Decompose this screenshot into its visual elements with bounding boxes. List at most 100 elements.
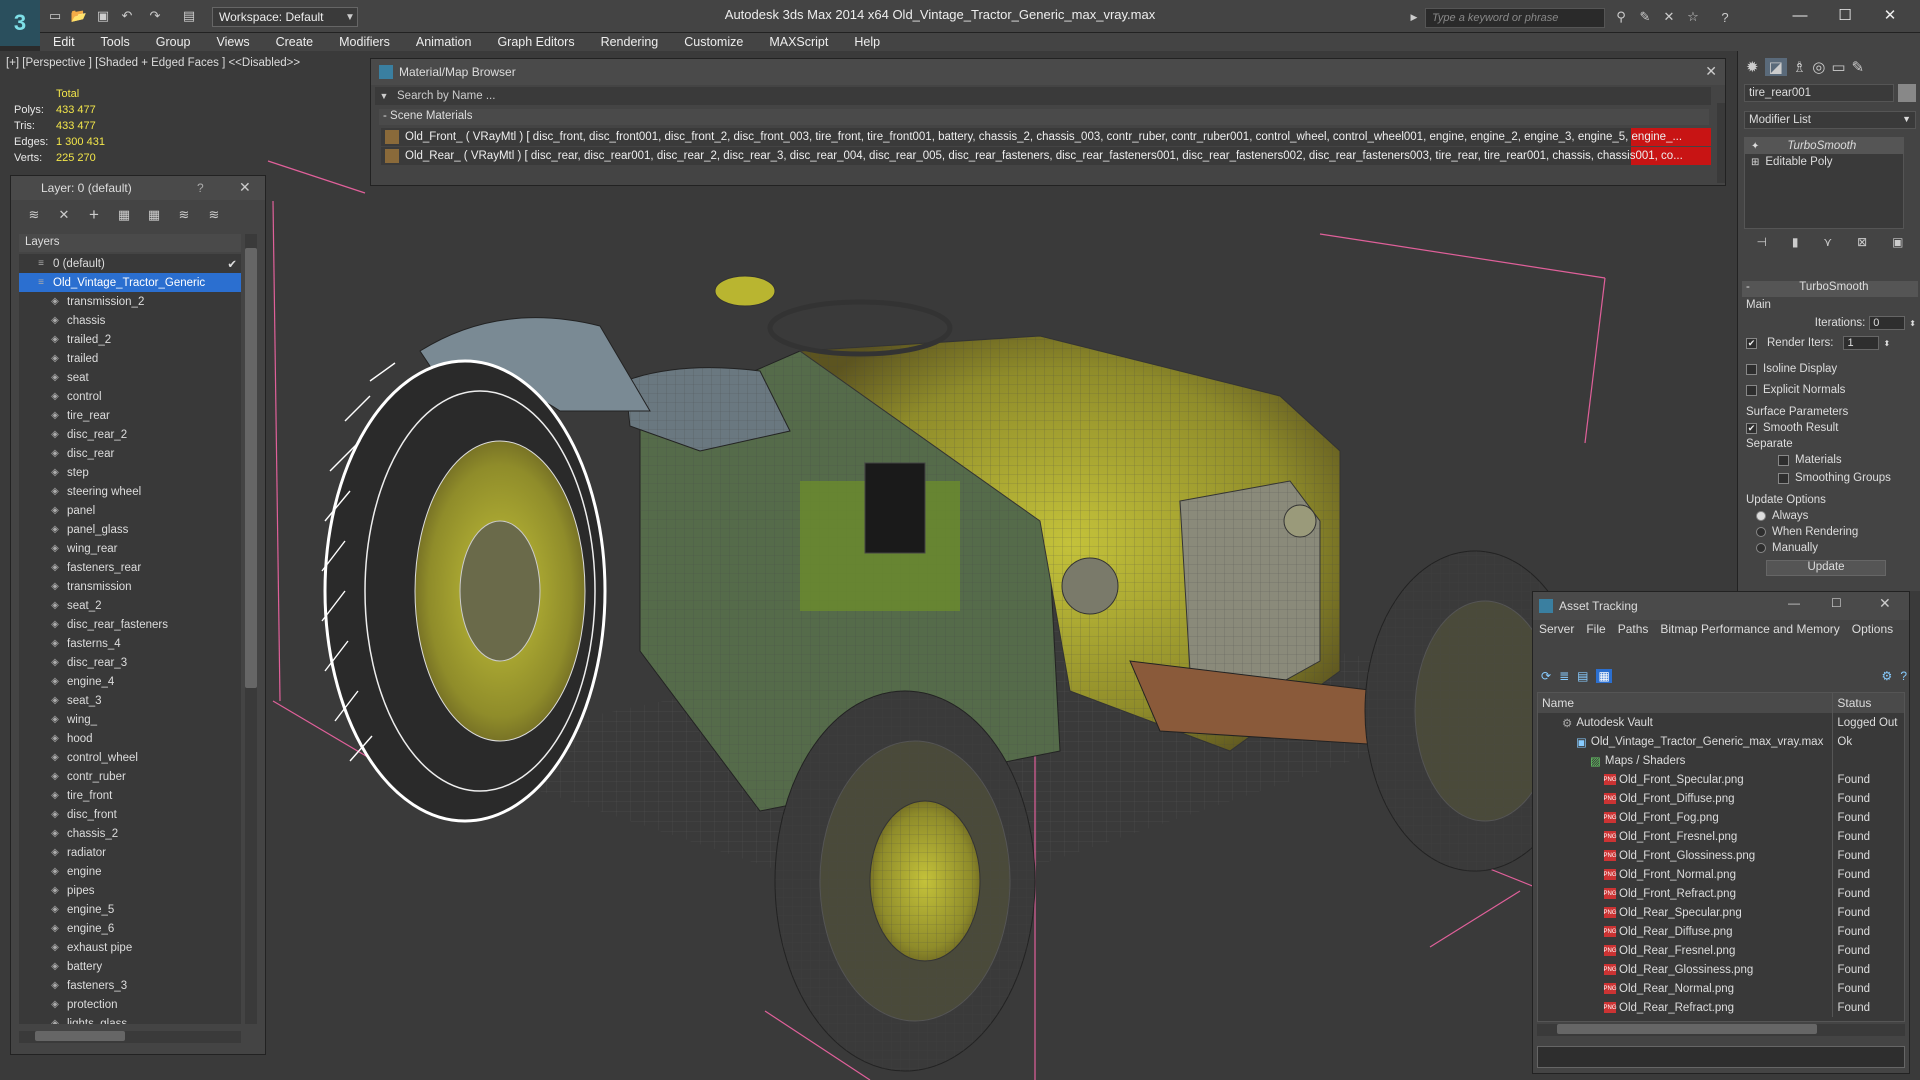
menu-tools[interactable]: Tools <box>88 35 143 49</box>
asset-row[interactable]: PNG Old_Front_Diffuse.png Found <box>1538 789 1904 808</box>
object-name-field[interactable]: tire_rear001 <box>1744 84 1894 102</box>
project-folder-icon[interactable]: ▤ <box>180 7 198 25</box>
open-file-icon[interactable]: 📂 <box>70 7 88 25</box>
asset-row[interactable]: PNG Old_Front_Specular.png Found <box>1538 770 1904 789</box>
create-tab-icon[interactable]: ✹ <box>1746 58 1759 76</box>
freeze-all-icon[interactable]: ≋ <box>205 206 223 224</box>
menu-customize[interactable]: Customize <box>671 35 756 49</box>
menu-edit[interactable]: Edit <box>40 35 88 49</box>
menu-views[interactable]: Views <box>203 35 262 49</box>
chevron-down-icon[interactable]: ▼ <box>343 7 357 27</box>
close-icon[interactable]: ✕ <box>239 179 251 196</box>
layer-row[interactable]: ◈ pipes <box>19 881 241 900</box>
when-rendering-radio[interactable] <box>1756 527 1766 537</box>
workspace-dropdown[interactable]: Workspace: Default <box>212 7 358 27</box>
turbosmooth-rollout-header[interactable]: - TurboSmooth <box>1742 281 1918 297</box>
menu-modifiers[interactable]: Modifiers <box>326 35 403 49</box>
layer-row[interactable]: ◈ engine_6 <box>19 919 241 938</box>
modifier-list-dropdown[interactable]: Modifier List ▼ <box>1744 111 1916 129</box>
asset-menu-paths[interactable]: Paths <box>1618 622 1649 636</box>
vault-settings-icon[interactable]: ⚙ <box>1882 669 1893 683</box>
configure-sets-icon[interactable]: ▣ <box>1892 235 1903 255</box>
modify-tab-icon[interactable]: ◪ <box>1764 58 1787 76</box>
layer-row[interactable]: ◈ radiator <box>19 843 241 862</box>
scrollbar-thumb[interactable] <box>35 1031 125 1041</box>
layer-row[interactable]: ◈ control <box>19 387 241 406</box>
smoothing-groups-checkbox[interactable] <box>1778 472 1789 484</box>
asset-row[interactable]: ⚙ Autodesk Vault Logged Out <box>1538 713 1904 732</box>
layer-row[interactable]: ◈ chassis_2 <box>19 824 241 843</box>
explicit-normals-checkbox[interactable] <box>1746 384 1757 396</box>
viewport-label[interactable]: [+] [Perspective ] [Shaded + Edged Faces… <box>6 57 300 69</box>
layer-row[interactable]: ≡ 0 (default) ✔ <box>19 254 241 273</box>
close-icon[interactable]: ✕ <box>1705 63 1717 80</box>
status-column-header[interactable]: Status <box>1832 693 1904 713</box>
object-color-swatch[interactable] <box>1898 84 1916 102</box>
manually-radio[interactable] <box>1756 543 1766 553</box>
help-icon[interactable]: ? <box>1716 8 1734 26</box>
layer-row[interactable]: ◈ disc_rear <box>19 444 241 463</box>
spinner-arrows-icon[interactable]: ⬍ <box>1883 339 1890 348</box>
asset-menu-server[interactable]: Server <box>1539 622 1574 636</box>
redo-icon[interactable]: ↷ <box>146 7 164 25</box>
table-view-icon[interactable]: ▤ <box>1577 669 1588 683</box>
help-button[interactable]: ? <box>197 181 204 195</box>
add-to-layer-icon[interactable]: + <box>85 205 103 224</box>
highlight-layer-icon[interactable]: ▦ <box>145 206 163 224</box>
lightbulb-icon[interactable]: ✦ <box>1751 141 1759 152</box>
motion-tab-icon[interactable]: ◎ <box>1812 58 1825 76</box>
layer-row[interactable]: ◈ wing_ <box>19 710 241 729</box>
layer-row[interactable]: ◈ engine <box>19 862 241 881</box>
maximize-button[interactable]: ☐ <box>1825 4 1865 26</box>
asset-row[interactable]: PNG Old_Front_Fog.png Found <box>1538 808 1904 827</box>
layer-row[interactable]: ◈ transmission <box>19 577 241 596</box>
layers-column-header[interactable]: Layers <box>19 234 241 252</box>
asset-menu-file[interactable]: File <box>1586 622 1605 636</box>
horizontal-scrollbar[interactable] <box>19 1031 241 1043</box>
spinner-arrows-icon[interactable]: ⬍ <box>1909 319 1916 328</box>
menu-rendering[interactable]: Rendering <box>588 35 672 49</box>
layer-row[interactable]: ◈ trailed <box>19 349 241 368</box>
layer-row[interactable]: ◈ battery <box>19 957 241 976</box>
search-input[interactable]: Type a keyword or phrase <box>1425 8 1605 28</box>
layer-row[interactable]: ◈ fasteners_3 <box>19 976 241 995</box>
layer-row[interactable]: ◈ step <box>19 463 241 482</box>
menu-graph-editors[interactable]: Graph Editors <box>484 35 587 49</box>
iterations-spinner[interactable]: 0 <box>1869 316 1906 330</box>
layer-row[interactable]: ◈ seat <box>19 368 241 387</box>
asset-row[interactable]: PNG Old_Front_Refract.png Found <box>1538 884 1904 903</box>
scene-materials-section[interactable]: - Scene Materials <box>379 109 1709 125</box>
asset-menu-options[interactable]: Options <box>1852 622 1893 636</box>
layer-row[interactable]: ◈ steering wheel <box>19 482 241 501</box>
layer-row[interactable]: ◈ panel <box>19 501 241 520</box>
active-layer-check-icon[interactable]: ✔ <box>227 257 237 271</box>
material-row[interactable]: Old_Rear_ ( VRayMtl ) [ disc_rear, disc_… <box>381 147 1711 165</box>
menu-help[interactable]: Help <box>841 35 893 49</box>
grid-view-icon[interactable]: ▦ <box>1596 669 1612 683</box>
stack-item-turbosmooth[interactable]: ✦ TurboSmooth <box>1745 138 1903 154</box>
pin-stack-icon[interactable]: ⊣ <box>1756 235 1766 255</box>
app-logo[interactable]: 3 <box>0 0 40 46</box>
undo-icon[interactable]: ↶ <box>118 7 136 25</box>
chevron-down-icon[interactable]: ▼ <box>375 91 393 101</box>
asset-menu-bitmap-performance-and-memory[interactable]: Bitmap Performance and Memory <box>1660 622 1839 636</box>
layer-row[interactable]: ◈ fasterns_4 <box>19 634 241 653</box>
asset-row[interactable]: PNG Old_Rear_Fresnel.png Found <box>1538 941 1904 960</box>
render-iters-checkbox[interactable]: ✔ <box>1746 337 1757 349</box>
material-search-input[interactable]: Search by Name ... <box>393 90 495 102</box>
select-objects-icon[interactable]: ▦ <box>115 206 133 224</box>
layer-row[interactable]: ◈ tire_rear <box>19 406 241 425</box>
render-iters-spinner[interactable]: 1 <box>1843 336 1880 350</box>
layer-row[interactable]: ◈ protection <box>19 995 241 1014</box>
layer-row[interactable]: ◈ disc_rear_fasteners <box>19 615 241 634</box>
refresh-icon[interactable]: ⟳ <box>1541 669 1551 683</box>
maximize-button[interactable]: ☐ <box>1831 596 1842 610</box>
layer-row[interactable]: ≡ Old_Vintage_Tractor_Generic <box>19 273 241 292</box>
layer-row[interactable]: ◈ exhaust pipe <box>19 938 241 957</box>
hide-all-icon[interactable]: ≋ <box>175 206 193 224</box>
expand-search-icon[interactable]: ▶ <box>1405 8 1423 26</box>
binoculars-icon[interactable]: ⚲ <box>1612 8 1630 26</box>
asset-row[interactable]: PNG Old_Rear_Specular.png Found <box>1538 903 1904 922</box>
expand-icon[interactable]: ⊞ <box>1751 157 1759 168</box>
layer-row[interactable]: ◈ wing_rear <box>19 539 241 558</box>
